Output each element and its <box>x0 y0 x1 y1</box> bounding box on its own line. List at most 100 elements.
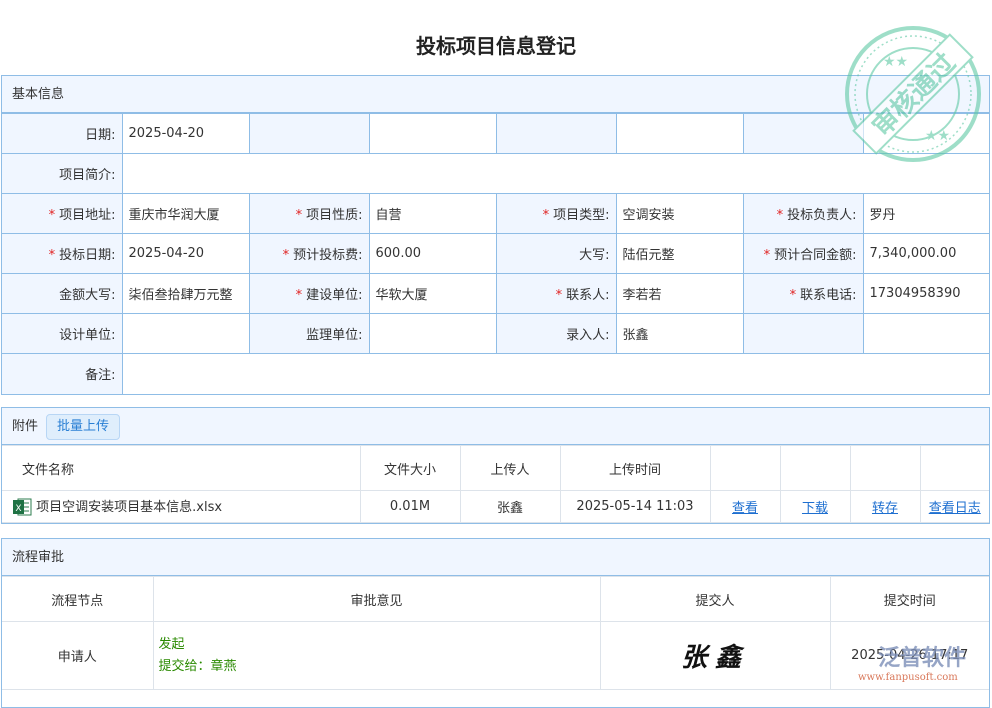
opinion-text: 发起 <box>159 634 600 656</box>
signature-text: 张鑫 <box>681 643 749 673</box>
col-action <box>710 446 780 491</box>
field-label <box>249 114 369 154</box>
basic-info-table: 日期:2025-04-20项目简介:*项目地址:重庆市华润大厦*项目性质:自营*… <box>2 113 989 394</box>
field-value[interactable]: 17304958390 <box>863 274 989 314</box>
field-label: *项目类型: <box>496 194 616 234</box>
table-row: 申请人 发起 提交给：章燕 张鑫 2025-04-26 17:17 <box>2 622 989 690</box>
label-text: 项目简介: <box>59 168 115 183</box>
batch-upload-button[interactable]: 批量上传 <box>46 414 120 440</box>
field-value[interactable]: 李若若 <box>616 274 743 314</box>
file-size: 0.01M <box>360 491 460 523</box>
field-label: 备注: <box>2 354 122 394</box>
file-cell: X 项目空调安装项目基本信息.xlsx <box>2 491 360 523</box>
label-text: 录入人: <box>566 328 609 343</box>
approval-section: 流程审批 流程节点 审批意见 提交人 提交时间 申请人 发起 提交给：章燕 张鑫… <box>1 538 990 708</box>
field-value[interactable]: 柒佰叁拾肆万元整 <box>122 274 249 314</box>
file-name-link[interactable]: 项目空调安装项目基本信息.xlsx <box>36 500 222 515</box>
field-label: *预计合同金额: <box>743 234 863 274</box>
field-label: *投标负责人: <box>743 194 863 234</box>
form-row: 设计单位: 监理单位: 录入人: 张鑫 <box>2 314 989 354</box>
opinion-cell: 发起 提交给：章燕 <box>153 622 600 690</box>
field-value[interactable] <box>863 314 989 354</box>
field-label: 监理单位: <box>249 314 369 354</box>
field-value[interactable]: 陆佰元整 <box>616 234 743 274</box>
save-to-link[interactable]: 转存 <box>872 501 898 516</box>
section-header: 附件批量上传 <box>2 408 989 445</box>
view-log-link[interactable]: 查看日志 <box>929 501 981 516</box>
basic-info-section: 基本信息 日期:2025-04-20项目简介:*项目地址:重庆市华润大厦*项目性… <box>1 75 990 395</box>
field-label: 录入人: <box>496 314 616 354</box>
label-text: 投标负责人: <box>787 208 856 223</box>
field-label: *建设单位: <box>249 274 369 314</box>
field-value[interactable]: 张鑫 <box>616 314 743 354</box>
table-row: X 项目空调安装项目基本信息.xlsx 0.01M 张鑫 2025-05-14 … <box>2 491 989 523</box>
view-link[interactable]: 查看 <box>732 501 758 516</box>
label-text: 监理单位: <box>306 328 362 343</box>
col-action <box>780 446 850 491</box>
field-label: 金额大写: <box>2 274 122 314</box>
file-upload-time: 2025-05-14 11:03 <box>560 491 710 523</box>
field-label: *联系人: <box>496 274 616 314</box>
col-uploader: 上传人 <box>460 446 560 491</box>
label-text: 备注: <box>85 368 115 383</box>
col-opinion: 审批意见 <box>153 577 600 622</box>
col-action <box>850 446 920 491</box>
submit-to-text: 提交给：章燕 <box>159 656 600 678</box>
field-label: 日期: <box>2 114 122 154</box>
svg-text:X: X <box>15 504 21 514</box>
field-label: *联系电话: <box>743 274 863 314</box>
required-marker: * <box>296 208 303 223</box>
submit-time: 2025-04-26 17:17 <box>830 622 989 690</box>
field-value[interactable] <box>863 114 989 154</box>
field-value[interactable] <box>122 154 989 194</box>
field-label: *项目地址: <box>2 194 122 234</box>
field-value[interactable]: 2025-04-20 <box>122 234 249 274</box>
required-marker: * <box>296 288 303 303</box>
form-row: *项目地址:重庆市华润大厦*项目性质:自营*项目类型:空调安装*投标负责人:罗丹 <box>2 194 989 234</box>
label-text: 联系人: <box>566 288 609 303</box>
label-text: 日期: <box>85 128 115 143</box>
field-value[interactable]: 2025-04-20 <box>122 114 249 154</box>
col-submit-time: 提交时间 <box>830 577 989 622</box>
field-value[interactable] <box>122 314 249 354</box>
label-text: 金额大写: <box>59 288 115 303</box>
required-marker: * <box>49 208 56 223</box>
field-value[interactable]: 自营 <box>369 194 496 234</box>
field-label: 大写: <box>496 234 616 274</box>
file-uploader: 张鑫 <box>460 491 560 523</box>
label-text: 联系电话: <box>800 288 856 303</box>
col-node: 流程节点 <box>2 577 153 622</box>
field-value[interactable]: 华软大厦 <box>369 274 496 314</box>
field-value[interactable]: 7,340,000.00 <box>863 234 989 274</box>
download-link[interactable]: 下载 <box>802 501 828 516</box>
required-marker: * <box>543 208 550 223</box>
field-value[interactable]: 罗丹 <box>863 194 989 234</box>
required-marker: * <box>49 248 56 263</box>
label-text: 大写: <box>579 248 609 263</box>
field-value[interactable] <box>616 114 743 154</box>
section-header: 基本信息 <box>2 76 989 113</box>
label-text: 项目地址: <box>59 208 115 223</box>
signature: 张鑫 <box>600 622 830 690</box>
form-row: 日期: 2025-04-20 <box>2 114 989 154</box>
required-marker: * <box>777 208 784 223</box>
col-file-size: 文件大小 <box>360 446 460 491</box>
col-action <box>920 446 989 491</box>
form-row: 金额大写:柒佰叁拾肆万元整*建设单位:华软大厦*联系人:李若若*联系电话:173… <box>2 274 989 314</box>
field-label: 设计单位: <box>2 314 122 354</box>
required-marker: * <box>764 248 771 263</box>
field-value[interactable] <box>122 354 989 394</box>
field-value[interactable] <box>369 314 496 354</box>
page-title: 投标项目信息登记 <box>0 30 992 59</box>
field-label: 项目简介: <box>2 154 122 194</box>
attachment-label: 附件 <box>12 419 38 434</box>
field-label: *预计投标费: <box>249 234 369 274</box>
field-value[interactable]: 空调安装 <box>616 194 743 234</box>
field-value[interactable]: 重庆市华润大厦 <box>122 194 249 234</box>
col-upload-time: 上传时间 <box>560 446 710 491</box>
label-text: 设计单位: <box>59 328 115 343</box>
field-value[interactable]: 600.00 <box>369 234 496 274</box>
label-text: 建设单位: <box>306 288 362 303</box>
field-label <box>496 114 616 154</box>
field-value[interactable] <box>369 114 496 154</box>
